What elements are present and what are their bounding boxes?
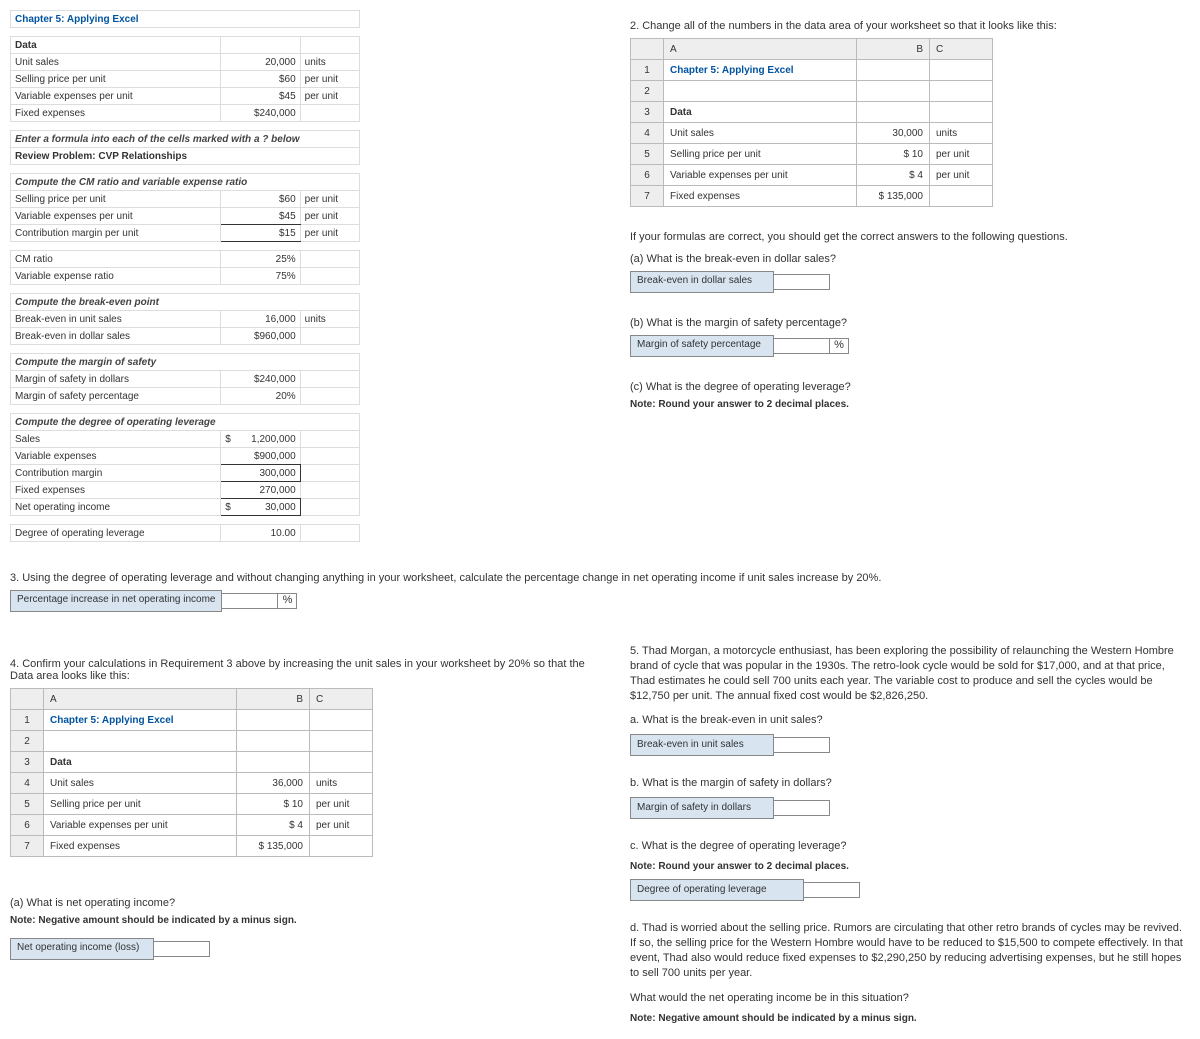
right-column: 2. Change all of the numbers in the data… (630, 10, 1190, 542)
q2c-text: (c) What is the degree of operating leve… (630, 381, 1190, 393)
q2b-unit: % (829, 338, 849, 354)
q4-section: 4. Confirm your calculations in Requirem… (10, 638, 610, 1029)
q2a-input[interactable] (773, 274, 830, 290)
q5c-text: c. What is the degree of operating lever… (630, 839, 1190, 854)
q2a-text: (a) What is the break-even in dollar sal… (630, 253, 1190, 265)
left-worksheet: Chapter 5: Applying Excel Data Unit sale… (10, 10, 610, 542)
q5d-note: Note: Negative amount should be indicate… (630, 1012, 1190, 1026)
q5b-input[interactable] (773, 800, 830, 816)
q5c-label: Degree of operating leverage (630, 879, 804, 901)
q5d-text: d. Thad is worried about the selling pri… (630, 921, 1190, 980)
q3-section: 3. Using the degree of operating leverag… (10, 562, 1190, 618)
q4-excel-table: ABC 1Chapter 5: Applying Excel 2 3Data 4… (10, 688, 373, 857)
q2a-label: Break-even in dollar sales (630, 271, 774, 293)
q5a-input[interactable] (773, 737, 830, 753)
q3-input[interactable] (221, 593, 278, 609)
cvp-worksheet: Chapter 5: Applying Excel Data Unit sale… (10, 10, 360, 542)
q2c-note: Note: Round your answer to 2 decimal pla… (630, 399, 1190, 410)
q5-section: 5. Thad Morgan, a motorcycle enthusiast,… (630, 644, 1190, 1029)
q4-text: 4. Confirm your calculations in Requirem… (10, 658, 610, 682)
formulas-ok-text: If your formulas are correct, you should… (630, 231, 1190, 243)
q4a-text: (a) What is net operating income? (10, 897, 610, 909)
q3-unit: % (277, 593, 297, 609)
q3-label: Percentage increase in net operating inc… (10, 590, 222, 612)
q5d2-text: What would the net operating income be i… (630, 991, 1190, 1006)
q5b-label: Margin of safety in dollars (630, 797, 774, 819)
q5c-note: Note: Round your answer to 2 decimal pla… (630, 860, 1190, 874)
q2-excel-table: ABC 1Chapter 5: Applying Excel 2 3Data 4… (630, 38, 993, 207)
q5-intro: 5. Thad Morgan, a motorcycle enthusiast,… (630, 644, 1190, 703)
q2b-text: (b) What is the margin of safety percent… (630, 317, 1190, 329)
q4a-label: Net operating income (loss) (10, 938, 154, 960)
q5b-text: b. What is the margin of safety in dolla… (630, 776, 1190, 791)
q3-text: 3. Using the degree of operating leverag… (10, 572, 1190, 584)
data-header: Data (11, 37, 221, 54)
q2-text: 2. Change all of the numbers in the data… (630, 20, 1190, 32)
q5c-input[interactable] (803, 882, 860, 898)
q4a-input[interactable] (153, 941, 210, 957)
q2b-label: Margin of safety percentage (630, 335, 774, 357)
q5a-text: a. What is the break-even in unit sales? (630, 713, 1190, 728)
ws-title: Chapter 5: Applying Excel (11, 11, 360, 28)
q4a-note: Note: Negative amount should be indicate… (10, 915, 610, 926)
q5a-label: Break-even in unit sales (630, 734, 774, 756)
q2b-input[interactable] (773, 338, 830, 354)
